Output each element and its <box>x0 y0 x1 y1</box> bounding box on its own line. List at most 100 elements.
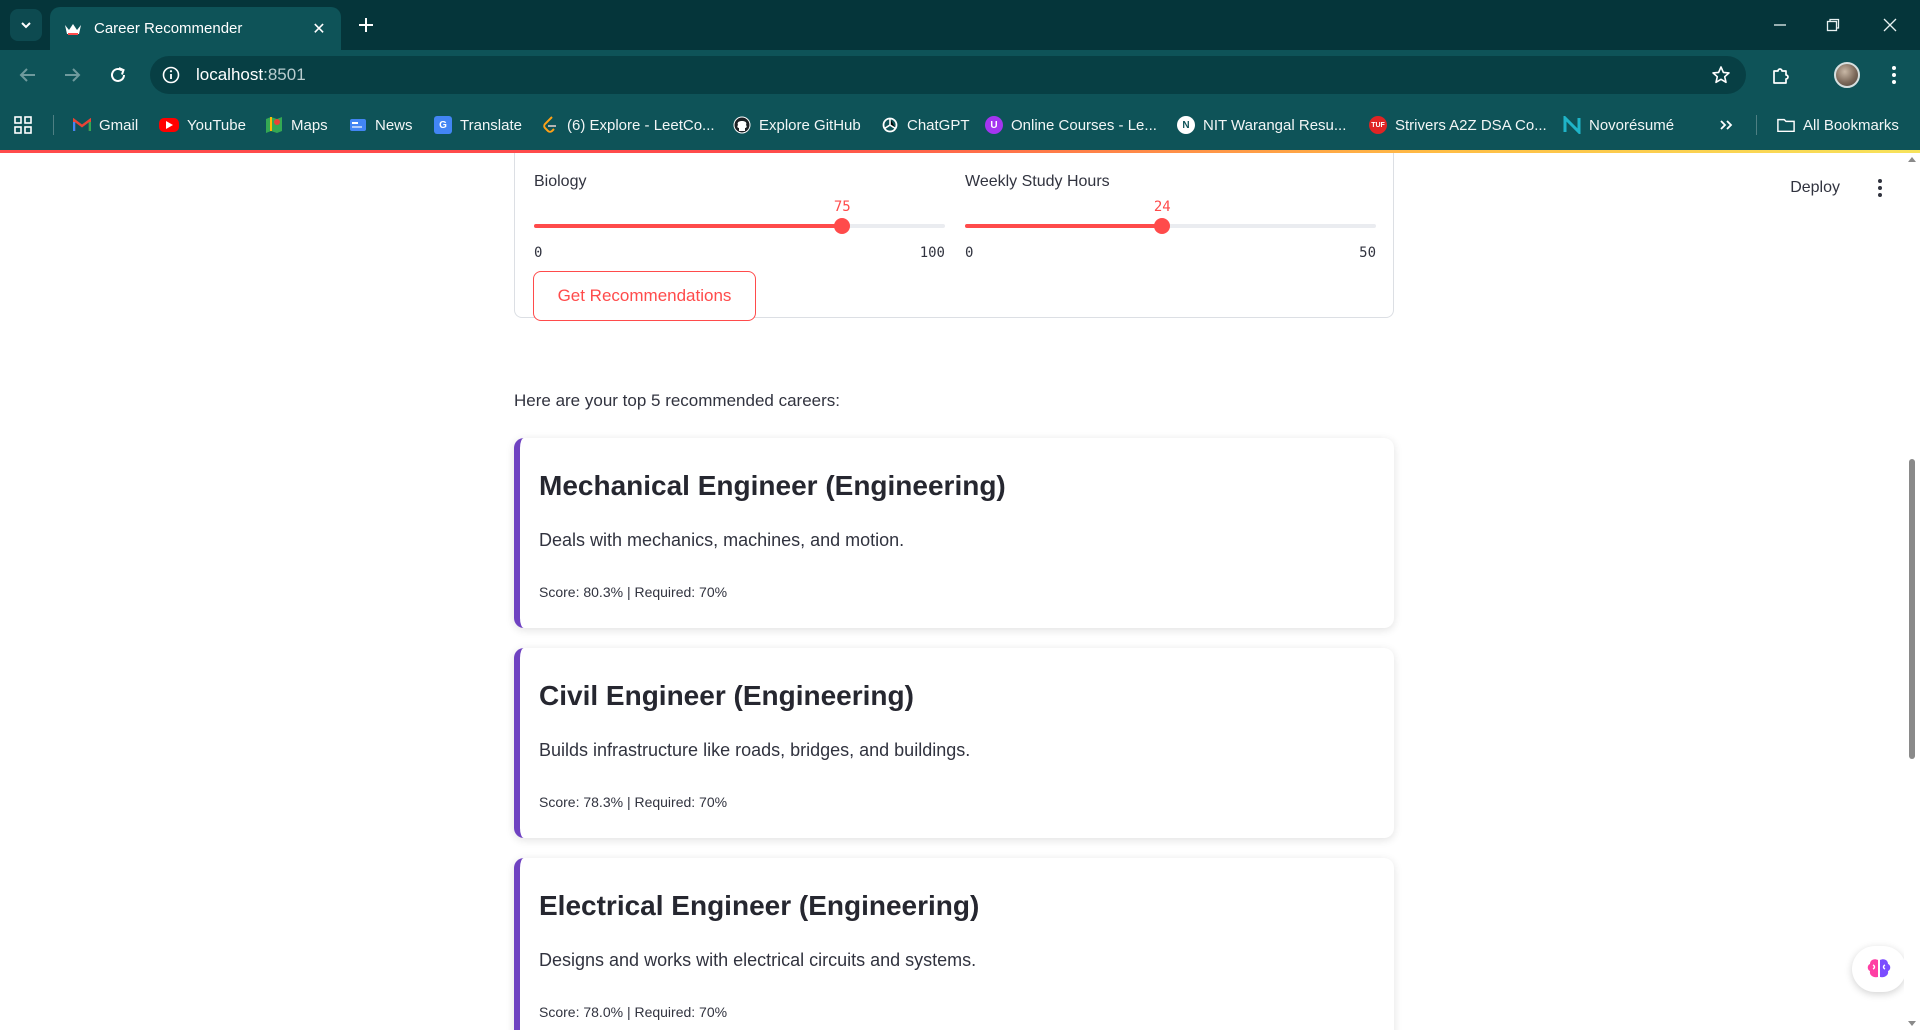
bookmarks-bar: Gmail YouTube Maps News G Translate (6) … <box>0 100 1920 150</box>
bookmark-gmail[interactable]: Gmail <box>73 113 138 137</box>
restore-icon <box>1826 18 1840 32</box>
profile-button[interactable] <box>1831 59 1863 91</box>
bookmark-star-icon[interactable] <box>1710 64 1732 86</box>
assistant-widget-button[interactable] <box>1852 946 1906 992</box>
nitw-icon: N <box>1177 116 1195 134</box>
slider-min: 0 <box>534 245 543 261</box>
forward-button[interactable] <box>56 59 88 91</box>
slider-thumb[interactable] <box>834 218 851 234</box>
address-bar[interactable]: localhost:8501 <box>150 56 1746 94</box>
reload-button[interactable] <box>102 59 134 91</box>
page-scrollbar[interactable] <box>1904 153 1920 1030</box>
bookmark-label: News <box>375 116 413 134</box>
puzzle-icon <box>1773 68 1789 84</box>
bookmark-label: Translate <box>460 116 522 134</box>
news-icon <box>349 116 367 134</box>
browser-menu-button[interactable] <box>1878 59 1910 91</box>
slider-max: 100 <box>919 245 945 261</box>
extensions-button[interactable] <box>1765 59 1797 91</box>
bookmark-youtube[interactable]: YouTube <box>159 113 246 137</box>
slider-min: 0 <box>965 245 974 261</box>
career-title: Electrical Engineer (Engineering) <box>539 890 980 921</box>
slider-track[interactable] <box>965 224 1376 228</box>
maps-icon <box>265 116 283 134</box>
apps-grid-icon <box>14 116 32 134</box>
close-window-button[interactable] <box>1875 10 1905 40</box>
all-bookmarks-button[interactable]: All Bookmarks <box>1777 113 1899 137</box>
bookmark-translate[interactable]: G Translate <box>434 113 522 137</box>
career-description: Deals with mechanics, machines, and moti… <box>539 530 905 550</box>
slider-fill <box>534 224 843 228</box>
tab-search-button[interactable] <box>10 9 42 41</box>
bookmark-nitw[interactable]: N NIT Warangal Resu... <box>1177 113 1346 137</box>
all-bookmarks-label: All Bookmarks <box>1803 116 1899 134</box>
bookmark-udemy[interactable]: U Online Courses - Le... <box>985 113 1157 137</box>
slider-thumb[interactable] <box>1154 218 1171 234</box>
bookmark-label: Online Courses - Le... <box>1011 116 1157 134</box>
app-menu-button[interactable] <box>1870 175 1890 201</box>
streamlit-app: Deploy Biology 75 0 100 Weekly Study Hou… <box>0 153 1920 1030</box>
bookmark-label: Explore GitHub <box>759 116 861 134</box>
close-tab-icon[interactable]: ✕ <box>309 19 329 39</box>
new-tab-button[interactable] <box>352 11 380 39</box>
url-text[interactable]: localhost:8501 <box>196 65 306 85</box>
career-title: Mechanical Engineer (Engineering) <box>539 470 1006 501</box>
career-score: Score: 78.3% | Required: 70% <box>539 794 728 810</box>
folder-icon <box>1777 116 1795 134</box>
slider-label: Weekly Study Hours <box>965 173 1110 190</box>
double-chevron-right-icon <box>1720 120 1733 130</box>
career-card: Civil Engineer (Engineering) Builds infr… <box>514 648 1394 838</box>
slider-weekly-study-hours[interactable]: Weekly Study Hours 24 0 50 <box>965 161 1376 271</box>
bookmark-label: Maps <box>291 116 328 134</box>
tuf-icon: TUF <box>1369 116 1387 134</box>
minimize-button[interactable] <box>1765 10 1795 40</box>
apps-button[interactable] <box>14 113 32 137</box>
slider-label: Biology <box>534 173 587 190</box>
bookmark-chatgpt[interactable]: ChatGPT <box>881 113 970 137</box>
slider-max: 50 <box>1359 245 1376 261</box>
career-description: Designs and works with electrical circui… <box>539 950 977 970</box>
slider-value: 75 <box>833 199 851 215</box>
reload-icon <box>111 67 125 82</box>
bookmarks-divider <box>1756 115 1757 135</box>
minimize-icon <box>1774 24 1786 26</box>
bookmark-label: YouTube <box>187 116 246 134</box>
translate-icon: G <box>434 116 452 134</box>
scroll-up-arrow[interactable] <box>1908 157 1916 162</box>
bookmark-maps[interactable]: Maps <box>265 113 328 137</box>
career-score: Score: 78.0% | Required: 70% <box>539 1004 728 1020</box>
input-form: Biology 75 0 100 Weekly Study Hours 24 0… <box>514 153 1394 321</box>
site-info-icon[interactable] <box>161 65 181 85</box>
slider-biology[interactable]: Biology 75 0 100 <box>534 161 945 271</box>
bookmark-striver[interactable]: TUF Strivers A2Z DSA Co... <box>1369 113 1547 137</box>
slider-track[interactable] <box>534 224 945 228</box>
deploy-button[interactable]: Deploy <box>1790 179 1840 197</box>
back-button[interactable] <box>12 59 44 91</box>
youtube-icon <box>159 118 179 132</box>
gmail-icon <box>73 116 91 134</box>
bookmark-novoresume[interactable]: Novorésumé <box>1563 113 1674 137</box>
udemy-icon: U <box>985 116 1003 134</box>
career-title: Civil Engineer (Engineering) <box>539 680 914 711</box>
bookmark-leetcode[interactable]: (6) Explore - LeetCo... <box>541 113 715 137</box>
bookmark-news[interactable]: News <box>349 113 413 137</box>
browser-toolbar: localhost:8501 <box>0 50 1920 100</box>
chatgpt-icon <box>881 116 899 134</box>
plus-icon <box>359 18 373 32</box>
bookmark-label: (6) Explore - LeetCo... <box>567 116 715 134</box>
scroll-down-arrow[interactable] <box>1908 1021 1916 1026</box>
bookmark-github[interactable]: Explore GitHub <box>733 113 861 137</box>
restore-button[interactable] <box>1818 10 1848 40</box>
get-recommendations-button[interactable]: Get Recommendations <box>533 271 756 321</box>
url-port: :8501 <box>263 65 306 84</box>
more-bookmarks-button[interactable] <box>1719 113 1733 137</box>
results-intro-text: Here are your top 5 recommended careers: <box>514 391 840 410</box>
scrollbar-thumb[interactable] <box>1909 459 1915 759</box>
close-icon <box>1883 18 1897 32</box>
arrow-left-icon <box>19 68 35 82</box>
browser-tab-active[interactable]: Career Recommender ✕ <box>50 7 341 50</box>
bookmarks-divider <box>53 115 54 135</box>
career-description: Builds infrastructure like roads, bridge… <box>539 740 971 760</box>
leetcode-icon <box>541 116 559 134</box>
career-score: Score: 80.3% | Required: 70% <box>539 584 728 600</box>
